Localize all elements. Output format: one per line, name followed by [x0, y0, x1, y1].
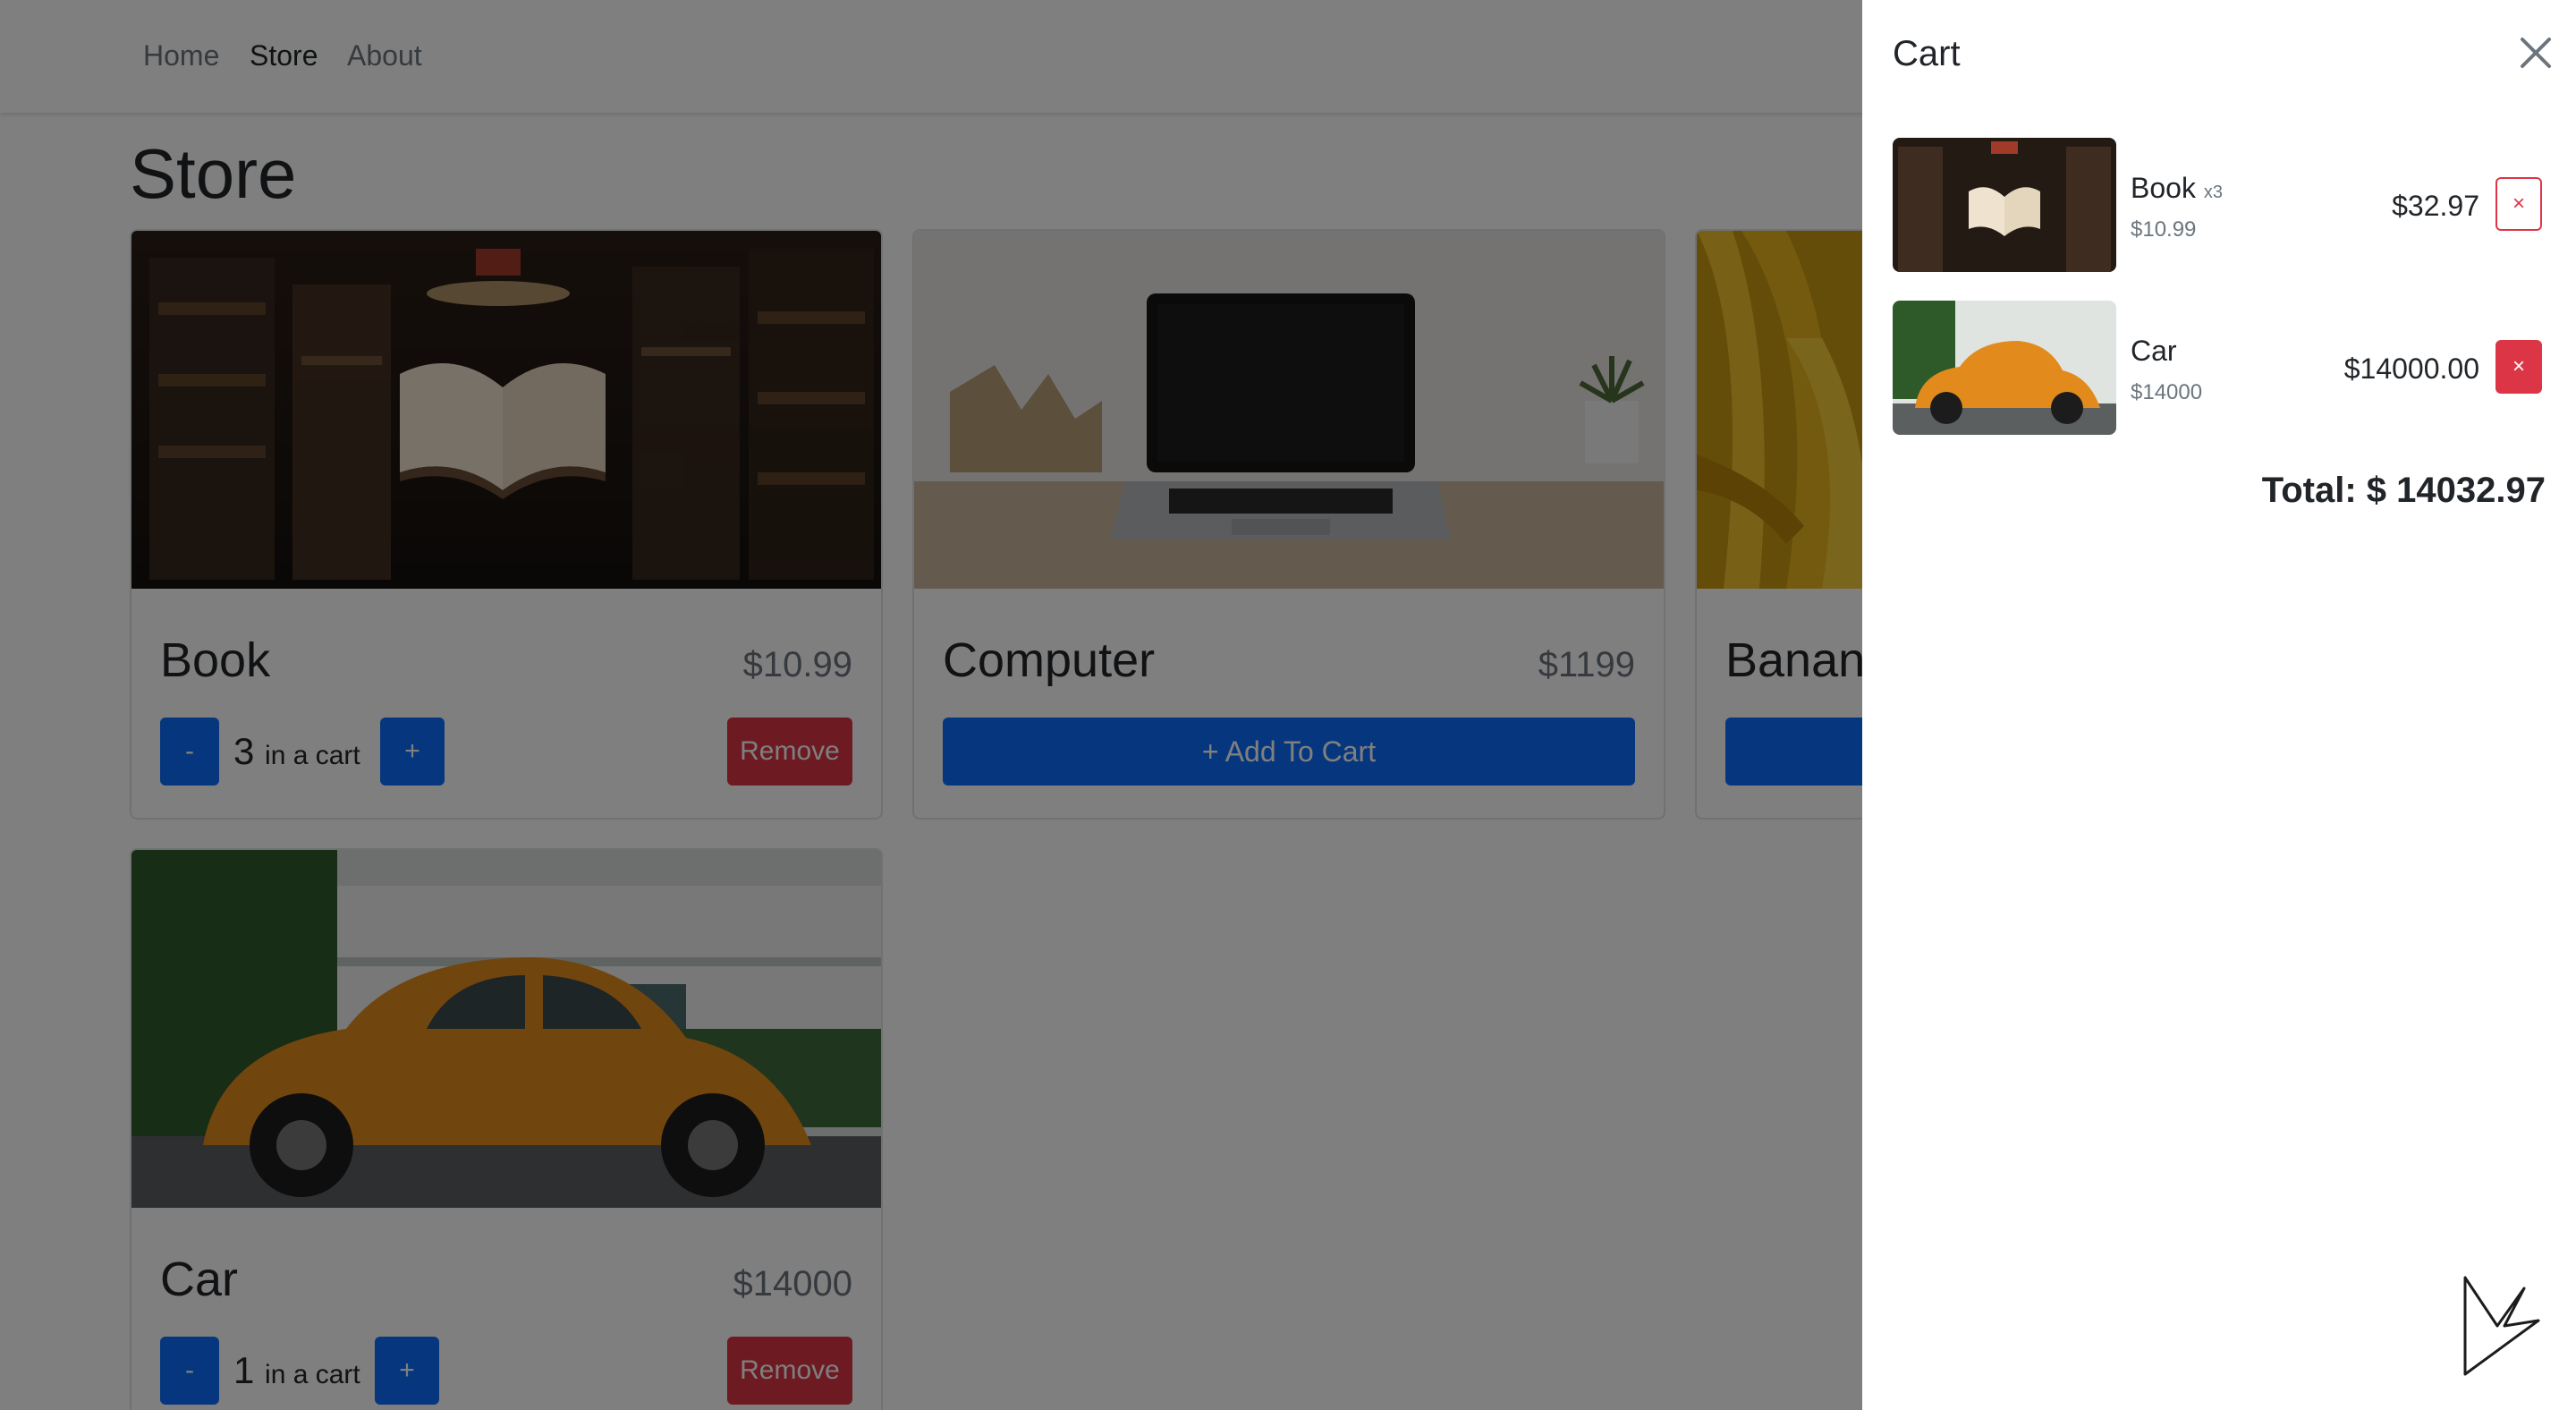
cart-title: Cart: [1893, 34, 1961, 73]
close-icon[interactable]: [2515, 32, 2556, 73]
logo-icon: [2462, 1274, 2542, 1378]
cart-item-name-text: Book: [2131, 172, 2196, 204]
cart-offcanvas: Cart Book x3 $10.99 $32.97 × Car $14000 …: [1862, 0, 2576, 1410]
cart-item-unit-price: $14000: [2131, 380, 2203, 404]
cart-item-quantity: x3: [2203, 183, 2223, 202]
cart-item-image: [1893, 138, 2116, 272]
cart-item-total: $32.97: [2392, 190, 2479, 222]
cart-item-name: Book x3: [2131, 170, 2223, 210]
cart-item: Car $14000 $14000.00 ×: [1893, 301, 2542, 435]
cart-item: Book x3 $10.99 $32.97 ×: [1893, 138, 2542, 272]
cart-item-name-text: Car: [2131, 335, 2177, 367]
cart-item-total: $14000.00: [2343, 352, 2479, 385]
cart-item-unit-price: $10.99: [2131, 217, 2197, 242]
cart-item-remove-button[interactable]: ×: [2496, 340, 2542, 394]
cart-total: Total: $ 14032.97: [2261, 471, 2546, 510]
cart-item-name: Car: [2131, 333, 2177, 369]
cart-item-remove-button[interactable]: ×: [2496, 177, 2542, 231]
store-page: Home Store About Store: [0, 0, 2576, 1410]
cart-item-image: [1893, 301, 2116, 435]
